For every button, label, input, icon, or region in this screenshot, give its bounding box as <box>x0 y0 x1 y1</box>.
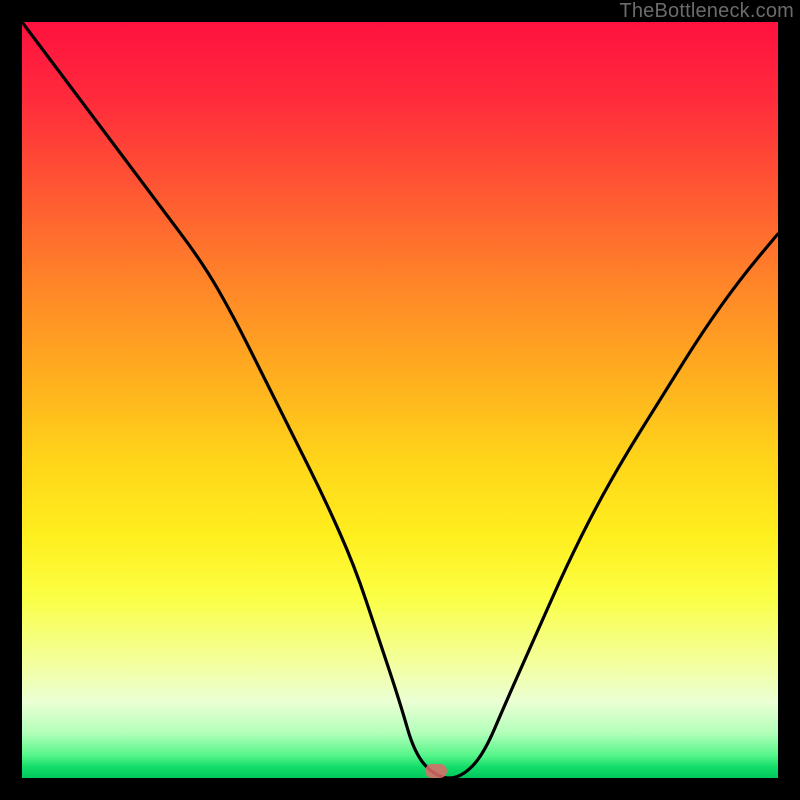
bottleneck-curve <box>22 22 778 778</box>
min-marker <box>425 764 447 778</box>
chart-frame: TheBottleneck.com <box>0 0 800 800</box>
watermark-text: TheBottleneck.com <box>619 0 794 23</box>
plot-area <box>22 22 778 778</box>
